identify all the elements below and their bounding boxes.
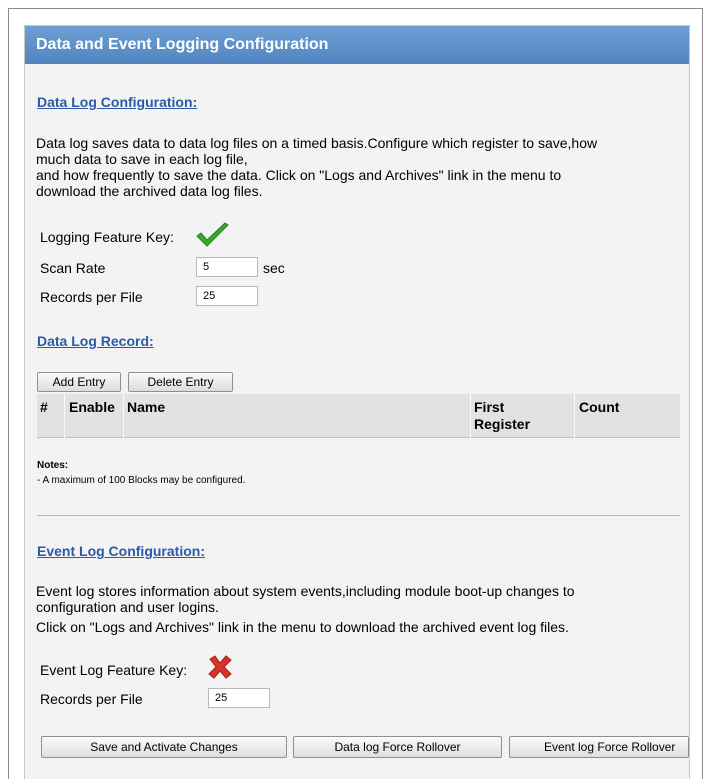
records-per-file-label: Records per File [40,289,143,305]
column-header-number: # [40,399,48,415]
event-log-description-line-1: Event log stores information about syste… [36,583,575,599]
data-log-config-title: Data Log Configuration: [37,94,198,110]
column-separator [470,394,471,438]
column-header-enable: Enable [69,399,115,415]
delete-entry-button[interactable]: Delete Entry [128,372,233,392]
section-divider [37,515,680,516]
notes-line: - A maximum of 100 Blocks may be configu… [37,475,246,486]
notes-title: Notes: [37,460,69,471]
event-log-description-line-2: configuration and user logins. [36,599,219,615]
event-log-feature-key-label: Event Log Feature Key: [40,662,188,678]
column-header-count: Count [579,399,620,415]
data-log-description-line-4: download the archived data log files. [36,183,263,199]
add-entry-button[interactable]: Add Entry [37,372,121,392]
column-separator [64,394,65,438]
event-records-per-file-label: Records per File [40,691,143,707]
column-separator [574,394,575,438]
data-log-description-line-3: and how frequently to save the data. Cli… [36,167,562,183]
column-header-name: Name [127,399,166,415]
panel-title: Data and Event Logging Configuration [25,26,689,64]
event-log-force-rollover-button[interactable]: Event log Force Rollover [509,736,689,758]
event-records-per-file-input[interactable] [208,688,270,708]
logging-feature-key-label: Logging Feature Key: [40,229,174,245]
column-header-first-register-line-1: First [474,399,505,415]
data-log-description-line-1: Data log saves data to data log files on… [36,135,598,151]
logging-config-panel: Data and Event Logging Configuration Dat… [24,25,690,779]
event-log-description-line-3: Click on "Logs and Archives" link in the… [36,619,569,635]
event-log-config-title: Event Log Configuration: [37,543,205,559]
records-per-file-input[interactable] [196,286,258,306]
check-icon [195,222,231,255]
data-log-record-table-header: # Enable Name First Register Count [37,394,680,438]
save-and-activate-button[interactable]: Save and Activate Changes [41,736,287,758]
scan-rate-label: Scan Rate [40,260,106,276]
data-log-record-title: Data Log Record: [37,333,154,349]
cross-icon [206,654,234,685]
data-log-description-line-2: much data to save in each log file, [36,151,248,167]
column-header-first-register: First Register [474,399,530,433]
scan-rate-input[interactable] [196,257,258,277]
scan-rate-unit: sec [263,260,285,276]
data-log-force-rollover-button[interactable]: Data log Force Rollover [293,736,502,758]
column-separator [123,394,124,438]
column-header-first-register-line-2: Register [474,416,531,432]
